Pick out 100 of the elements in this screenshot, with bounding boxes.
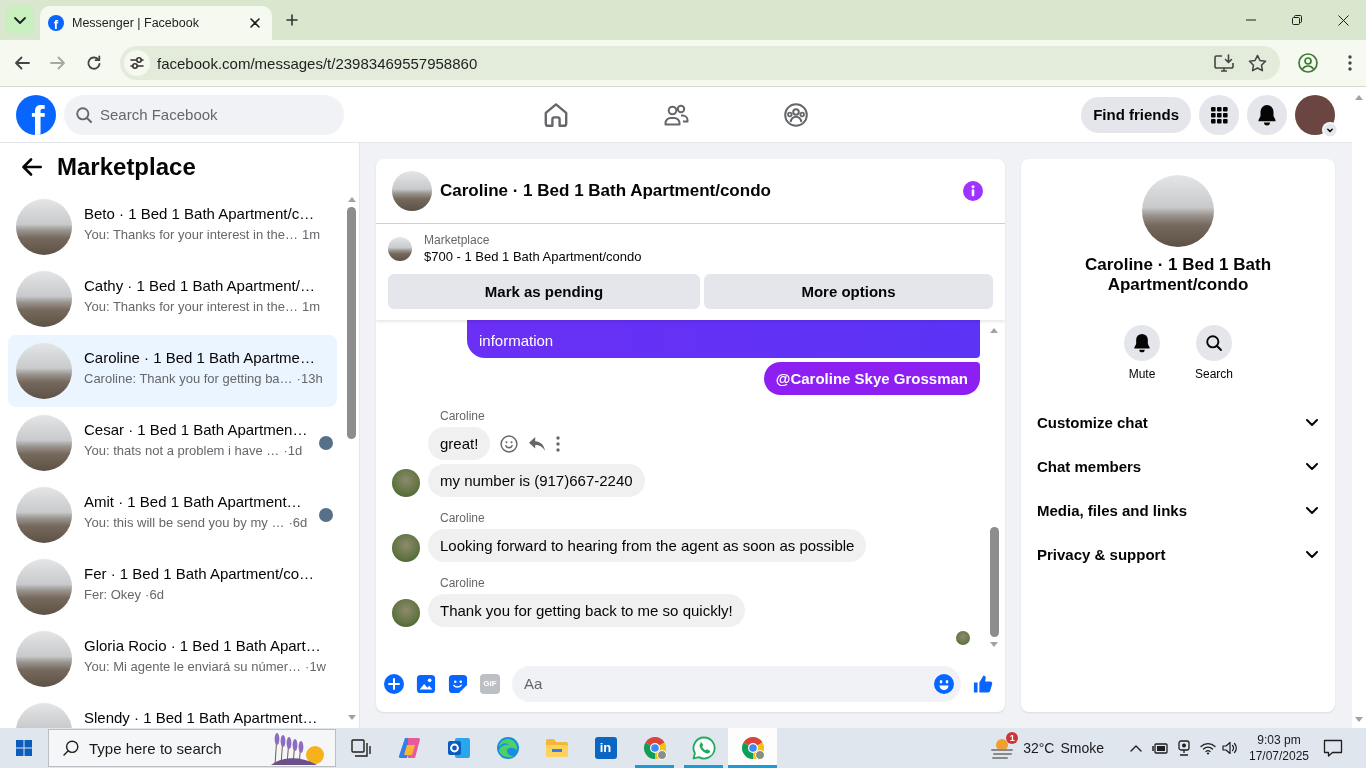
more-icon[interactable] <box>1348 55 1352 71</box>
message-time: ·13h <box>296 371 323 387</box>
message-time: ·1d <box>283 443 303 459</box>
avatar[interactable] <box>392 469 420 497</box>
outlook-icon <box>446 737 471 759</box>
install-icon[interactable] <box>1214 54 1234 72</box>
plus-icon[interactable] <box>384 673 404 694</box>
message-time: 1m <box>301 299 320 315</box>
speaker-icon[interactable] <box>1222 741 1238 755</box>
chrome-icon <box>642 736 667 760</box>
back-arrow-icon[interactable] <box>14 56 30 70</box>
more-icon[interactable] <box>556 435 561 452</box>
bell-icon <box>1124 325 1160 361</box>
conversation-title: Fer · 1 Bed 1 Bath Apartment/co… <box>84 565 315 583</box>
restore-icon[interactable] <box>1292 15 1302 25</box>
site-logo[interactable]: f <box>16 94 56 135</box>
conversation-item[interactable]: Amit · 1 Bed 1 Bath Apartment… You: this will be send you by my … ·6d <box>8 479 337 551</box>
apps-grid-icon[interactable] <box>1199 94 1239 135</box>
avatar <box>16 631 72 687</box>
back-arrow-icon[interactable] <box>22 158 42 176</box>
notification-icon[interactable] <box>1323 739 1343 757</box>
message-bubble: Looking forward to hearing from the agent as soon as possible <box>428 529 867 562</box>
section-header[interactable]: Privacy & support <box>1021 532 1335 576</box>
avatar[interactable] <box>392 534 420 562</box>
message-bubble: my number is (917)667-2240 <box>428 464 645 497</box>
contact-name: Caroline · 1 Bed 1 Bath Apartment/condo <box>1083 255 1273 295</box>
chrome-icon <box>740 736 765 760</box>
section-header[interactable]: Media, files and links <box>1021 488 1335 532</box>
conversation-title: Slendy · 1 Bed 1 Bath Apartment… <box>84 709 318 727</box>
scrollbar-thumb[interactable] <box>347 207 356 439</box>
sticker-icon[interactable] <box>448 673 468 694</box>
edge-icon <box>495 736 520 760</box>
message-field[interactable]: Aa <box>512 665 961 702</box>
meeting-icon[interactable] <box>1177 740 1191 756</box>
listing-source: Marketplace <box>424 232 491 248</box>
sender-name: Caroline <box>440 409 485 423</box>
message-bubble: information <box>467 320 980 358</box>
clock[interactable]: 9:03 pm 17/07/2025 <box>1244 732 1314 764</box>
conversation-item[interactable]: Cathy · 1 Bed 1 Bath Apartment/… You: Thanks for your interest in the… 1m <box>8 263 337 335</box>
plus-icon[interactable] <box>286 14 298 26</box>
message-preview: Caroline: Thank you for getting ba… <box>84 371 293 387</box>
action-button[interactable]: More options <box>704 274 993 309</box>
message-preview: You: Thanks for your interest in the… <box>84 227 298 243</box>
linkedin-icon: in <box>594 737 617 759</box>
profile-avatar[interactable] <box>1295 94 1335 135</box>
browser-tab[interactable]: f Messenger | Facebook <box>40 6 272 40</box>
taskbar-button[interactable] <box>728 728 777 768</box>
folder-icon <box>544 738 569 758</box>
bell-icon[interactable] <box>1247 94 1287 135</box>
tune-icon[interactable] <box>124 50 150 76</box>
smiley-icon[interactable] <box>500 434 519 453</box>
photo-icon[interactable] <box>416 673 436 694</box>
avatar[interactable] <box>392 599 420 627</box>
thumbs-up-icon[interactable] <box>973 673 993 694</box>
battery-icon[interactable] <box>1152 741 1168 755</box>
copilot-icon <box>397 737 422 759</box>
groups-icon[interactable] <box>784 102 808 127</box>
close-icon[interactable] <box>250 18 260 28</box>
search-field[interactable]: Search Facebook <box>64 94 344 135</box>
section-header[interactable]: Customize chat <box>1021 400 1335 444</box>
chevron-up-icon[interactable] <box>1130 744 1142 752</box>
address-bar[interactable]: facebook.com/messages/t/23983469557958860 <box>120 46 1280 80</box>
emoji-icon[interactable] <box>934 673 954 694</box>
conversation-item[interactable]: Fer · 1 Bed 1 Bath Apartment/co… Fer: Okey ·6d <box>8 551 337 623</box>
taskbar-search-field[interactable]: Type here to search <box>48 729 336 767</box>
info-icon[interactable] <box>963 181 983 201</box>
search-button[interactable]: Search <box>1184 325 1244 382</box>
account-icon[interactable] <box>1298 53 1318 73</box>
section-header[interactable]: Chat members <box>1021 444 1335 488</box>
taskbar-button[interactable]: in <box>581 728 630 768</box>
action-button[interactable]: Mark as pending <box>388 274 700 309</box>
favicon: f <box>48 15 64 31</box>
message-time: 1m <box>301 227 320 243</box>
conversation-item[interactable]: Caroline · 1 Bed 1 Bath Apartme… Caroline: Thank you for getting ba… ·13h <box>8 335 337 407</box>
chevron-down-icon[interactable] <box>6 6 34 34</box>
home-icon[interactable] <box>544 102 568 127</box>
avatar <box>392 171 432 211</box>
conversation-item[interactable]: Cesar · 1 Bed 1 Bath Apartmen… You: thats not a problem i have … ·1d <box>8 407 337 479</box>
search-icon <box>76 106 92 123</box>
chevron-down-icon[interactable] <box>1322 121 1338 138</box>
sidebar-title: Marketplace <box>57 153 196 181</box>
reply-icon[interactable] <box>528 435 547 452</box>
listing-title[interactable]: $700 - 1 Bed 1 Bath Apartment/condo <box>424 248 642 266</box>
star-icon[interactable] <box>1248 54 1267 72</box>
weather-icon[interactable] <box>990 736 1015 760</box>
reload-icon[interactable] <box>86 55 102 71</box>
close-icon[interactable] <box>1337 14 1349 26</box>
message-bubble: great! <box>428 427 491 460</box>
avatar <box>16 487 72 543</box>
find-friends-button[interactable]: Find friends <box>1081 96 1191 133</box>
sender-name: Caroline <box>440 511 485 525</box>
conversation-title: Beto · 1 Bed 1 Bath Apartment/c… <box>84 205 316 223</box>
wifi-icon[interactable] <box>1200 741 1216 755</box>
mute-button[interactable]: Mute <box>1112 325 1172 382</box>
conversation-item[interactable]: Gloria Rocio · 1 Bed 1 Bath Apart… You: Mi agente le enviará su númer… ·1w <box>8 623 337 695</box>
conversation-item[interactable]: Beto · 1 Bed 1 Bath Apartment/c… You: Thanks for your interest in the… 1m <box>8 191 337 263</box>
scrollbar-thumb[interactable] <box>989 527 999 637</box>
message-preview: You: Mi agente le enviará su númer… <box>84 659 302 675</box>
friends-icon[interactable] <box>663 103 689 126</box>
sender-name: Caroline <box>440 576 485 590</box>
